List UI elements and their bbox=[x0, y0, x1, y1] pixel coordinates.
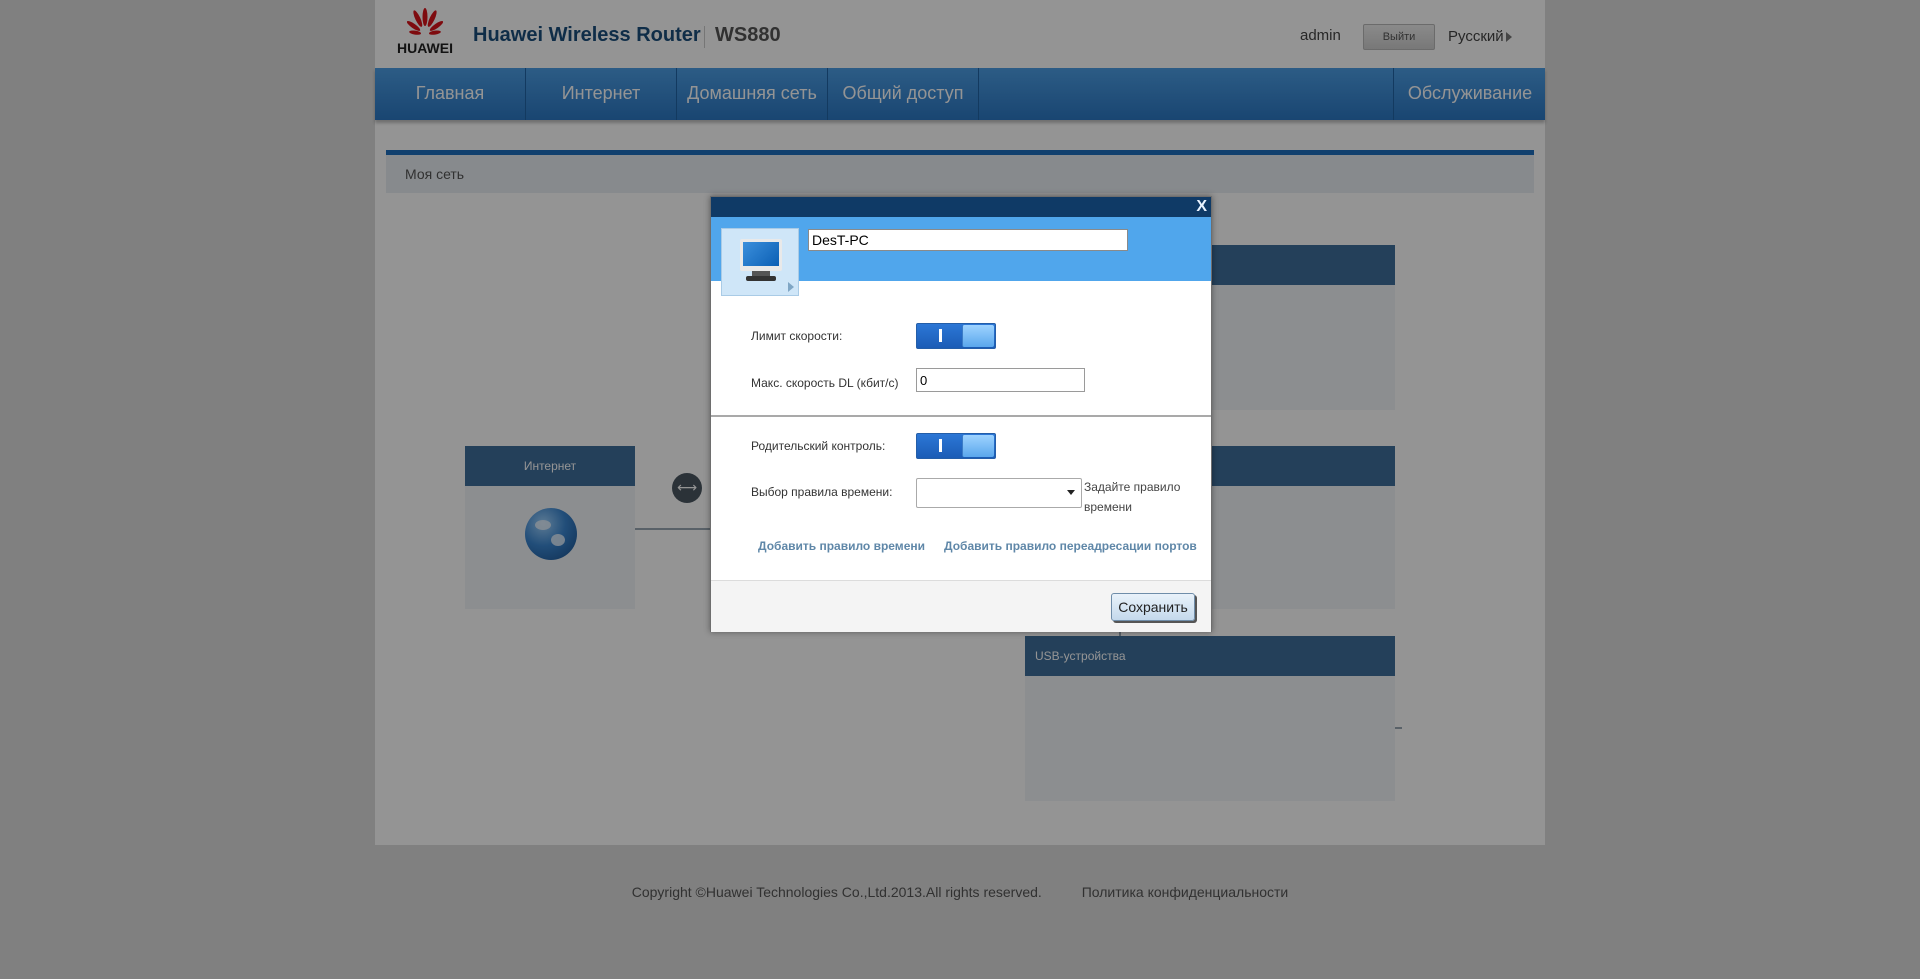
time-rule-select[interactable] bbox=[916, 478, 1082, 508]
max-dl-label: Макс. скорость DL (кбит/с) bbox=[751, 376, 899, 390]
section-divider bbox=[711, 415, 1211, 417]
dialog-titlebar: X bbox=[711, 197, 1211, 217]
device-settings-dialog: X Лимит скорости: Макс. скорость DL (кби… bbox=[710, 196, 1212, 632]
speed-limit-label: Лимит скорости: bbox=[751, 329, 843, 343]
computer-icon bbox=[740, 239, 782, 271]
dialog-footer: Сохранить bbox=[711, 580, 1211, 632]
parental-control-toggle[interactable] bbox=[916, 433, 996, 459]
chevron-down-icon bbox=[1067, 490, 1075, 495]
add-port-forward-link[interactable]: Добавить правило переадресации портов bbox=[944, 539, 1197, 553]
close-icon[interactable]: X bbox=[1196, 198, 1207, 216]
expand-arrow-icon bbox=[788, 282, 794, 292]
device-type-selector[interactable] bbox=[721, 228, 799, 296]
save-button[interactable]: Сохранить bbox=[1111, 593, 1195, 621]
parental-control-label: Родительский контроль: bbox=[751, 439, 886, 453]
set-rule-hint: Задайте правило времени bbox=[1084, 480, 1181, 514]
add-time-rule-link[interactable]: Добавить правило времени bbox=[758, 539, 925, 553]
max-dl-input[interactable] bbox=[916, 368, 1085, 392]
device-name-input[interactable] bbox=[808, 229, 1128, 251]
time-rule-label: Выбор правила времени: bbox=[751, 485, 893, 499]
speed-limit-toggle[interactable] bbox=[916, 323, 996, 349]
